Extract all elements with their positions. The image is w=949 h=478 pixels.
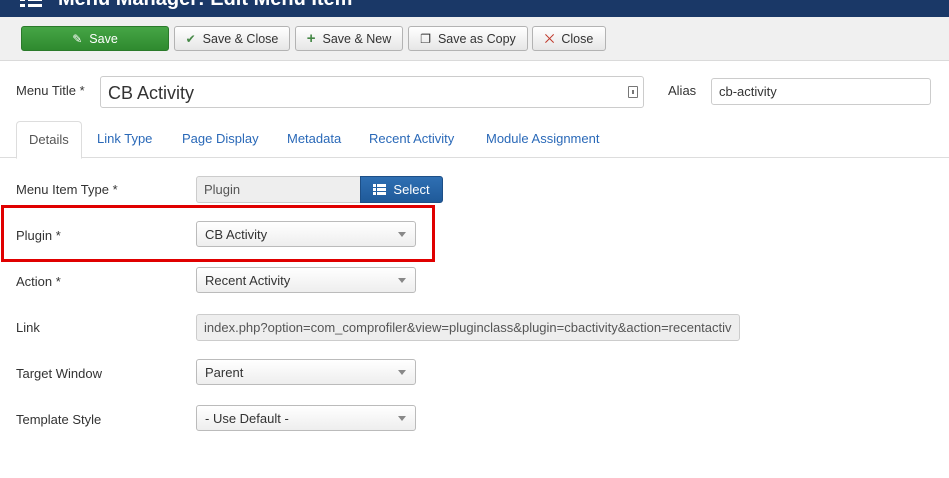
tab-link-type[interactable]: Link Type: [97, 121, 152, 158]
save-new-button-label: Save & New: [322, 31, 392, 46]
toolbar: ✎ Save ✔ Save & Close + Save & New ❐ Sav…: [0, 17, 949, 61]
select-menu-type-button[interactable]: Select: [360, 176, 443, 203]
template-style-select[interactable]: - Use Default -: [196, 405, 416, 431]
list-icon: [373, 184, 387, 195]
page-title: Menu Manager: Edit Menu Item: [58, 0, 352, 11]
alias-label: Alias: [668, 83, 697, 98]
alias-input[interactable]: cb-activity: [711, 78, 931, 105]
link-field: index.php?option=com_comprofiler&view=pl…: [196, 314, 740, 341]
tab-metadata[interactable]: Metadata: [287, 121, 341, 158]
edit-icon: ✎: [72, 31, 83, 46]
tab-page-display[interactable]: Page Display: [182, 121, 259, 158]
action-label: Action *: [16, 274, 61, 289]
chevron-down-icon: [398, 370, 406, 375]
check-icon: ✔: [185, 31, 196, 46]
select-button-label: Select: [393, 182, 430, 197]
save-as-copy-button-label: Save as Copy: [437, 31, 516, 46]
plugin-highlight-box: [1, 205, 435, 262]
close-button-label: Close: [561, 31, 594, 46]
save-new-button[interactable]: + Save & New: [295, 26, 403, 51]
copy-icon: ❐: [420, 31, 431, 46]
close-circle-icon: ⨉: [544, 31, 555, 46]
page-header: Menu Manager: Edit Menu Item: [0, 0, 949, 17]
target-window-label: Target Window: [16, 366, 102, 381]
action-select-value: Recent Activity: [205, 273, 291, 288]
save-button-label: Save: [89, 31, 118, 46]
tab-bar: Details Link Type Page Display Metadata …: [0, 121, 949, 159]
menu-title-input[interactable]: CB Activity: [100, 76, 644, 108]
link-label: Link: [16, 320, 40, 335]
template-style-value: - Use Default -: [205, 411, 289, 426]
menu-list-icon: [20, 0, 42, 10]
menu-item-type-field: Plugin: [196, 176, 362, 203]
plus-icon: +: [306, 30, 316, 47]
menu-item-type-label: Menu Item Type *: [16, 182, 118, 197]
target-window-value: Parent: [205, 365, 244, 380]
action-select[interactable]: Recent Activity: [196, 267, 416, 293]
tab-recent-activity[interactable]: Recent Activity: [369, 121, 454, 158]
tab-details[interactable]: Details: [16, 121, 82, 159]
chevron-down-icon: [398, 416, 406, 421]
target-window-select[interactable]: Parent: [196, 359, 416, 385]
chevron-down-icon: [398, 278, 406, 283]
template-style-label: Template Style: [16, 412, 102, 427]
menu-title-label: Menu Title *: [16, 83, 85, 98]
tab-module-assignment[interactable]: Module Assignment: [486, 121, 599, 158]
save-button[interactable]: ✎ Save: [21, 26, 169, 51]
save-as-copy-button[interactable]: ❐ Save as Copy: [408, 26, 528, 51]
lock-icon[interactable]: [628, 86, 638, 98]
close-button[interactable]: ⨉ Close: [532, 26, 606, 51]
save-close-button-label: Save & Close: [202, 31, 279, 46]
save-close-button[interactable]: ✔ Save & Close: [174, 26, 290, 51]
